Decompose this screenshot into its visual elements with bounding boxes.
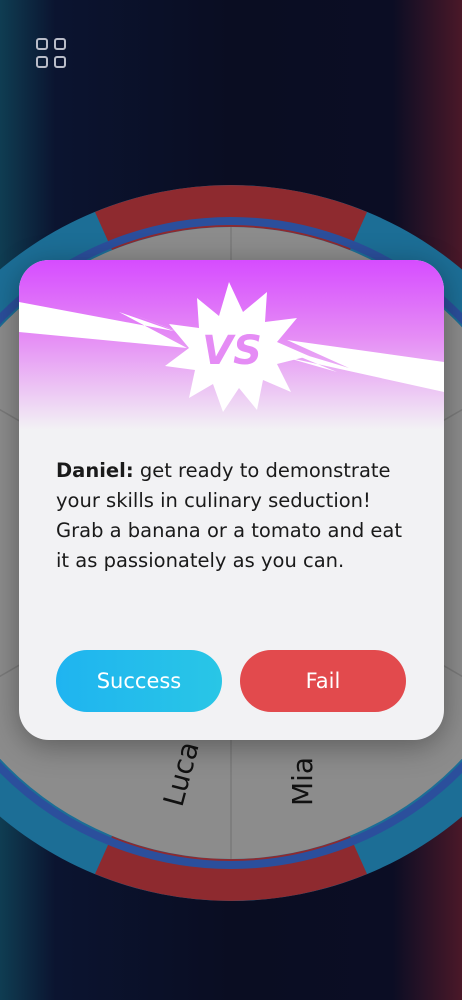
challenge-text: Daniel: get ready to demonstrate your sk… [56, 456, 416, 576]
vs-badge: VS [202, 328, 262, 374]
lightning-left [19, 302, 194, 348]
grid-menu-button[interactable] [36, 38, 67, 69]
success-button[interactable]: Success [56, 650, 222, 712]
challenge-modal: VS Daniel: get ready to demonstrate your… [19, 260, 444, 740]
versus-graphic: VS [19, 282, 444, 412]
fail-button[interactable]: Fail [240, 650, 406, 712]
lightning-right [269, 340, 444, 392]
modal-header: VS [19, 260, 444, 430]
wheel-label-mia: Mia [286, 757, 319, 806]
player-name: Daniel: [56, 459, 134, 482]
grid-menu-icon [36, 38, 48, 50]
